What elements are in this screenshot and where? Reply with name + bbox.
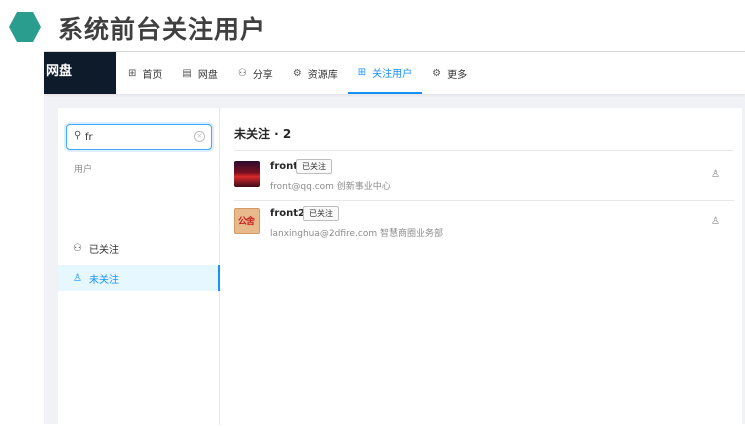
user-icon[interactable]: ♙: [711, 169, 720, 180]
list-item[interactable]: front 已关注 front@qq.com 创新事业中心 ♙: [234, 155, 734, 201]
sidebar-group-label: 用户: [74, 165, 93, 175]
users-icon: ⚇: [73, 242, 82, 254]
slide-header: 系统前台关注用户: [0, 0, 745, 52]
nav-item-label: 网盘: [197, 69, 218, 81]
user-list-area: 未关注 · 2 front 已关注 front@qq.com 创新事业中心 ♙ …: [234, 108, 734, 425]
user-name[interactable]: front: [270, 161, 298, 172]
gear-icon: ⚙: [432, 67, 442, 79]
search-input[interactable]: [85, 129, 193, 145]
user-description: front@qq.com 创新事业中心: [270, 182, 391, 192]
list-item[interactable]: 公舍 front2 已关注 lanxinghua@2dfire.com 智慧商圈…: [234, 202, 734, 248]
user-icon[interactable]: ♙: [711, 216, 720, 227]
main-nav: ⊞ 首页 ▤ 网盘 ⚇ 分享 ⚙ 资源库 ⊞ 关注用户 ⚙ 更多: [118, 52, 477, 94]
divider: [234, 150, 734, 151]
user-icon: ♙: [73, 272, 82, 284]
sidebar-item-followed[interactable]: ⚇ 已关注: [58, 235, 220, 261]
sidebar: ⚲ × 用户 ⚇ 已关注 ♙ 未关注: [58, 108, 220, 425]
slide-title: 系统前台关注用户: [58, 15, 267, 44]
grid-icon: ⊞: [357, 66, 367, 78]
avatar: 公舍: [234, 208, 260, 234]
nav-item-label: 资源库: [307, 69, 338, 81]
grid-icon: ⊞: [128, 67, 137, 79]
search-box[interactable]: ⚲ ×: [66, 124, 212, 150]
content-panel: ⚲ × 用户 ⚇ 已关注 ♙ 未关注 未关注 · 2 front 已关注 fro…: [58, 108, 742, 425]
clear-icon[interactable]: ×: [194, 131, 205, 142]
layout-icon: ▤: [182, 67, 192, 79]
nav-item-label: 首页: [142, 69, 163, 81]
brand-logo[interactable]: 网盘: [44, 52, 116, 94]
status-badge: 已关注: [296, 159, 332, 174]
nav-item-label: 更多: [447, 69, 468, 81]
nav-item-share[interactable]: ⚇ 分享: [228, 52, 283, 94]
sidebar-item-unfollowed[interactable]: ♙ 未关注: [58, 265, 220, 291]
top-navbar: 网盘 ⊞ 首页 ▤ 网盘 ⚇ 分享 ⚙ 资源库 ⊞ 关注用户 ⚙ 更多: [44, 52, 745, 94]
nav-item-more[interactable]: ⚙ 更多: [422, 52, 477, 94]
app-window: 网盘 ⊞ 首页 ▤ 网盘 ⚇ 分享 ⚙ 资源库 ⊞ 关注用户 ⚙ 更多 ⚲ fr…: [44, 51, 745, 425]
seal-image: 公舍: [238, 217, 255, 227]
nav-item-label: 关注用户: [372, 68, 413, 80]
nav-item-label: 分享: [252, 69, 273, 81]
status-badge: 已关注: [303, 206, 339, 221]
share-icon: ⚇: [237, 67, 247, 79]
list-title: 未关注 · 2: [234, 127, 292, 141]
nav-item-follow-users[interactable]: ⊞ 关注用户: [347, 52, 423, 94]
hexagon-icon: [9, 12, 41, 42]
gear-icon: ⚙: [292, 67, 302, 79]
nav-item-library[interactable]: ⚙ 资源库: [283, 52, 348, 94]
sidebar-item-label: 未关注: [88, 274, 119, 286]
nav-item-home[interactable]: ⊞ 首页: [118, 52, 172, 94]
user-name[interactable]: front2: [270, 208, 305, 219]
avatar: [234, 161, 260, 187]
nav-item-disk[interactable]: ▤ 网盘: [172, 52, 227, 94]
search-icon: ⚲: [74, 130, 82, 141]
sidebar-item-label: 已关注: [88, 244, 119, 256]
user-description: lanxinghua@2dfire.com 智慧商圈业务部: [270, 229, 443, 239]
